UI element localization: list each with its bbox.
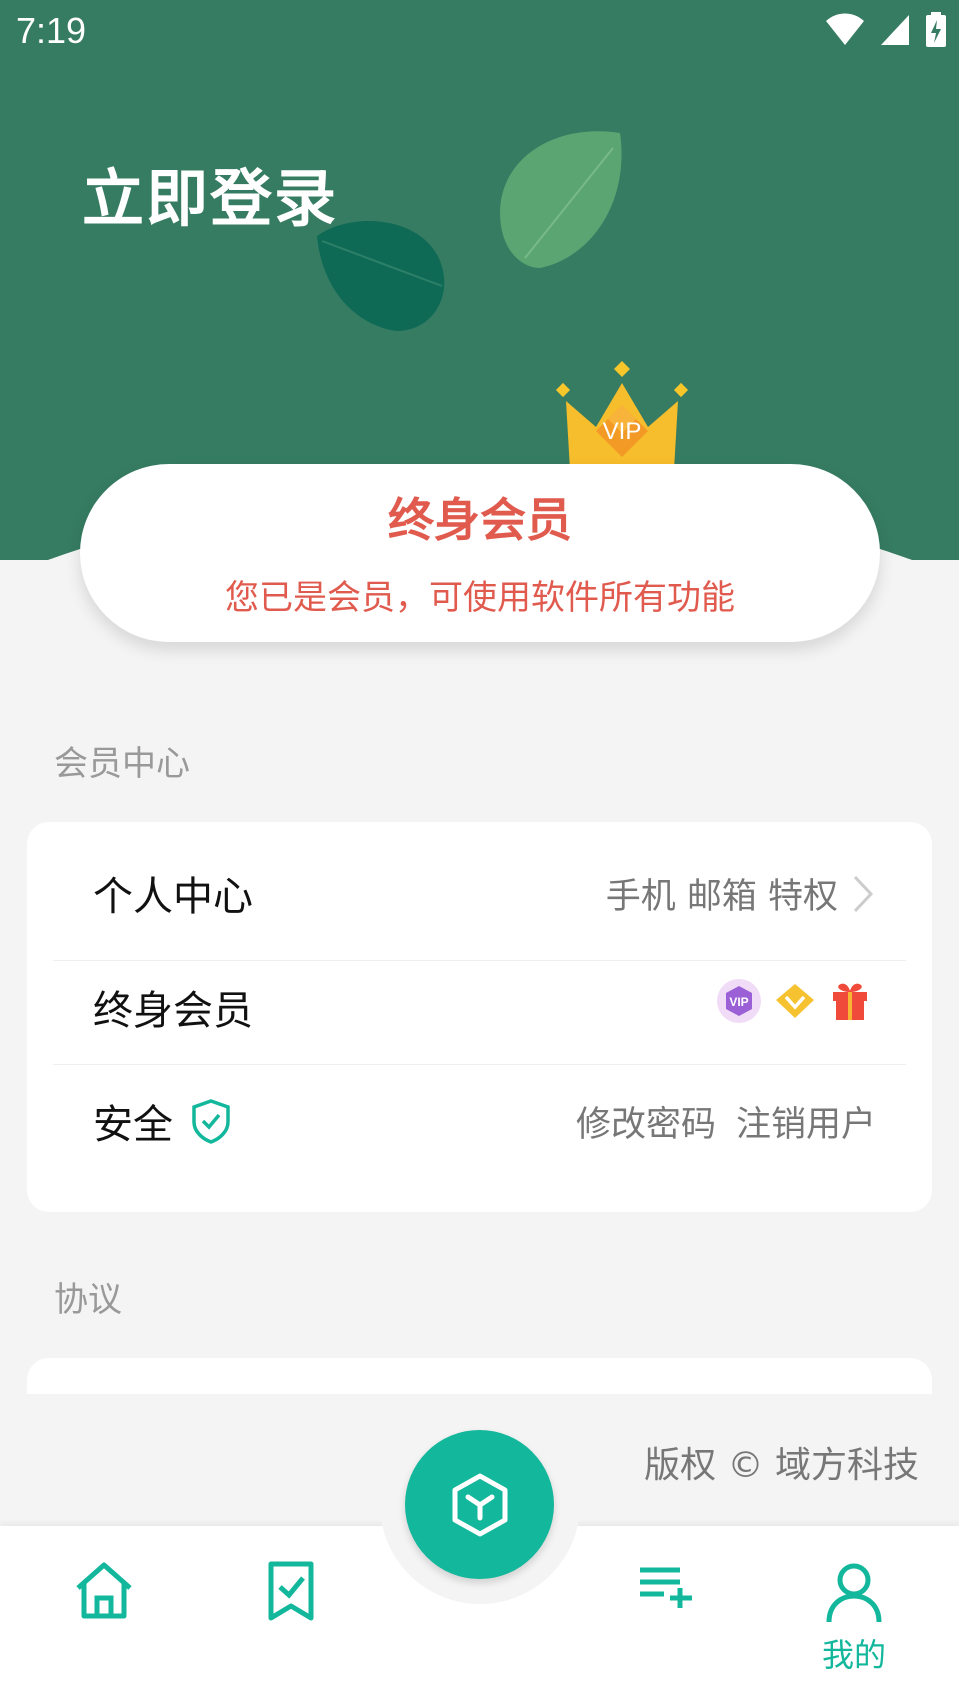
battery-icon bbox=[926, 12, 946, 47]
nav-home[interactable] bbox=[72, 1560, 136, 1624]
chevron-right-icon bbox=[853, 875, 874, 912]
person-icon bbox=[826, 1563, 882, 1623]
row-personal-center-label: 个人中心 bbox=[93, 874, 253, 920]
change-password-link[interactable]: 修改密码 bbox=[576, 1096, 716, 1147]
vip-crown-icon: VIP bbox=[555, 361, 689, 470]
vip-card-title: 终身会员 bbox=[388, 493, 572, 547]
status-time: 7:19 bbox=[16, 10, 87, 51]
nav-bookmark[interactable] bbox=[263, 1560, 319, 1626]
row-personal-center[interactable]: 个人中心 手机 邮箱 特权 bbox=[27, 834, 932, 947]
section-label-member-center: 会员中心 bbox=[54, 744, 190, 784]
section-label-agreement: 协议 bbox=[54, 1280, 122, 1320]
home-icon bbox=[76, 1562, 132, 1619]
row-personal-center-detail: 手机 邮箱 特权 bbox=[606, 868, 874, 919]
agreement-card bbox=[27, 1358, 932, 1394]
member-center-card: 个人中心 手机 邮箱 特权 终身会员 VIP 安全 修改密码 注销用户 bbox=[27, 822, 932, 1212]
signal-icon bbox=[881, 15, 909, 45]
cube-icon bbox=[452, 1473, 507, 1536]
playlist-add-icon bbox=[640, 1567, 692, 1608]
vip-badge-text: VIP bbox=[729, 995, 748, 1009]
member-badges: VIP bbox=[716, 978, 872, 1024]
login-button[interactable]: 立即登录 bbox=[82, 148, 338, 238]
copyright-text: 版权 © 域方科技 bbox=[644, 1445, 919, 1486]
deregister-user-link[interactable]: 注销用户 bbox=[736, 1096, 876, 1147]
row-lifetime-member-label: 终身会员 bbox=[93, 988, 253, 1034]
nav-playlist-add[interactable] bbox=[636, 1560, 698, 1614]
row-security: 安全 修改密码 注销用户 bbox=[27, 1062, 932, 1175]
status-bar: 7:19 bbox=[0, 0, 959, 66]
diamond-badge-icon bbox=[776, 984, 814, 1018]
gift-badge-icon bbox=[833, 983, 867, 1020]
nav-mine-label: 我的 bbox=[822, 1636, 887, 1674]
wifi-icon bbox=[826, 13, 864, 45]
nav-center-button[interactable] bbox=[405, 1430, 554, 1579]
vip-card-subtitle: 您已是会员，可使用软件所有功能 bbox=[225, 578, 735, 618]
personal-detail-text: 手机 邮箱 特权 bbox=[605, 877, 838, 917]
row-security-label: 安全 bbox=[93, 1102, 173, 1148]
vip-status-card[interactable]: 终身会员 您已是会员，可使用软件所有功能 bbox=[80, 464, 880, 642]
vip-badge-icon: VIP bbox=[717, 979, 761, 1023]
security-actions: 修改密码 注销用户 bbox=[576, 1096, 876, 1147]
row-security-title: 安全 bbox=[93, 1092, 231, 1150]
nav-mine[interactable]: 我的 bbox=[822, 1562, 886, 1676]
crown-vip-text: VIP bbox=[603, 418, 642, 445]
status-icons bbox=[825, 12, 947, 48]
row-lifetime-member[interactable]: 终身会员 VIP bbox=[27, 948, 932, 1061]
shield-check-icon bbox=[192, 1099, 230, 1144]
bookmark-check-icon bbox=[268, 1561, 314, 1621]
leaf-decoration bbox=[500, 131, 622, 268]
